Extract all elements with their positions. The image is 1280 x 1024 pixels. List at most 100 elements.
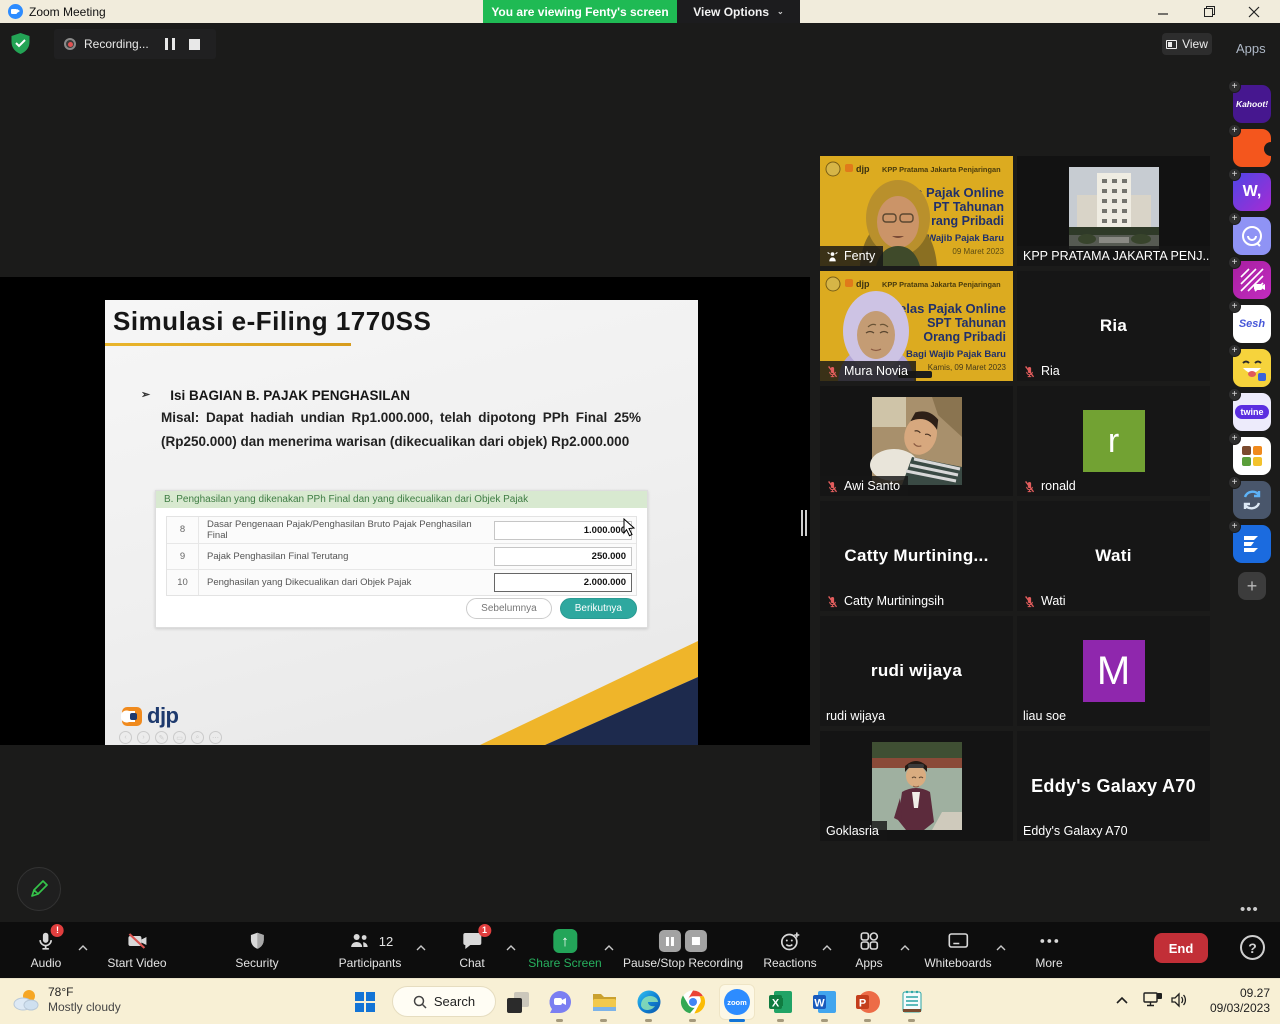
previous-button[interactable]: Sebelumnya (466, 598, 552, 619)
pause-recording-icon[interactable] (659, 930, 681, 952)
taskbar-chat-app[interactable] (546, 988, 574, 1016)
chrome-icon (680, 989, 706, 1015)
security-button[interactable]: Security (235, 929, 278, 970)
stop-recording-icon[interactable] (189, 39, 200, 50)
rail-more-options[interactable]: ••• (1240, 901, 1259, 918)
share-options-caret[interactable] (604, 938, 614, 956)
help-button[interactable]: ? (1240, 935, 1265, 960)
tray-chevron-up[interactable] (1115, 992, 1129, 1010)
chat-button[interactable]: 1 Chat (459, 929, 484, 970)
color-grid-icon (1240, 444, 1264, 468)
participant-name-label: Goklasria (820, 821, 887, 841)
participant-tile-eddy[interactable]: Eddy's Galaxy A70 Eddy's Galaxy A70 (1017, 731, 1210, 841)
participant-tile-catty[interactable]: Catty Murtining... Catty Murtiningsih (820, 501, 1013, 611)
add-more-apps-button[interactable]: + (1238, 572, 1266, 600)
participant-tile-mura[interactable]: djp KPP Pratama Jakarta Penjaringan Kela… (820, 271, 1013, 381)
stop-recording-icon[interactable] (685, 930, 707, 952)
participant-tile-liau[interactable]: M liau soe (1017, 616, 1210, 726)
form-input-9[interactable]: 250.000 (494, 547, 632, 566)
participant-name-label: Fenty (820, 246, 883, 266)
participants-button[interactable]: 12 Participants (339, 929, 402, 970)
taskbar-excel[interactable]: X (767, 988, 795, 1016)
volume-icon[interactable] (1170, 992, 1188, 1013)
rail-app-warmly[interactable]: + (1233, 217, 1271, 255)
participants-icon (347, 929, 373, 953)
view-options-button[interactable]: View Options⌄ (677, 0, 800, 23)
slide-title: Simulasi e-Filing 1770SS (113, 306, 431, 337)
network-icon[interactable] (1143, 992, 1163, 1013)
rail-app-e[interactable]: + (1233, 525, 1271, 563)
notepad-icon (900, 989, 924, 1015)
rail-app-wordwall[interactable]: + W, (1233, 173, 1271, 211)
rail-app-coda[interactable]: + (1233, 129, 1271, 167)
end-meeting-button[interactable]: End (1154, 933, 1208, 963)
participant-tile-fenty[interactable]: djp KPP Pratama Jakarta Penjaringan s Pa… (820, 156, 1013, 266)
svg-text:P: P (859, 998, 866, 1010)
clock[interactable]: 09.27 09/03/2023 (1210, 986, 1270, 1016)
participant-tile-wati[interactable]: Wati Wati (1017, 501, 1210, 611)
reactions-button[interactable]: Reactions (763, 929, 816, 970)
audio-button[interactable]: ! Audio (31, 929, 62, 970)
annotate-button[interactable] (17, 867, 61, 911)
pause-recording-icon[interactable] (165, 38, 175, 50)
taskbar-chrome[interactable] (679, 988, 707, 1016)
rail-app-grid[interactable]: + (1233, 437, 1271, 475)
add-app-icon: + (1228, 256, 1241, 269)
rail-app-sesh[interactable]: + Sesh (1233, 305, 1271, 343)
start-button[interactable] (355, 992, 375, 1012)
rail-app-funtivity[interactable]: + (1233, 349, 1271, 387)
task-view-button[interactable] (504, 988, 532, 1016)
restore-button[interactable] (1192, 0, 1226, 23)
gallery-view-button[interactable]: View (1162, 33, 1212, 55)
more-button[interactable]: More (1035, 929, 1062, 970)
reactions-options-caret[interactable] (822, 938, 832, 956)
shared-screen-region: Simulasi e-Filing 1770SS ➢Isi BAGIAN B. … (0, 277, 810, 745)
minimize-button[interactable] (1146, 0, 1180, 23)
participant-tile-ronald[interactable]: r ronald (1017, 386, 1210, 496)
apps-button[interactable]: Apps (855, 929, 882, 970)
rail-app-twine[interactable]: + twine (1233, 393, 1271, 431)
start-video-button[interactable]: Start Video (107, 929, 166, 970)
share-screen-button[interactable]: ↑ Share Screen (528, 929, 601, 970)
close-button[interactable] (1237, 0, 1271, 23)
apps-options-caret[interactable] (900, 938, 910, 956)
taskbar-file-explorer[interactable] (590, 988, 618, 1016)
search-box[interactable]: Search (392, 986, 496, 1017)
participant-tile-ria[interactable]: Ria Ria (1017, 271, 1210, 381)
whiteboards-options-caret[interactable] (996, 938, 1006, 956)
svg-text:PT Tahunan: PT Tahunan (933, 200, 1004, 214)
rail-app-sync[interactable]: + (1233, 481, 1271, 519)
more-dots-icon (1037, 929, 1061, 953)
participants-count: 12 (379, 934, 393, 949)
participant-tile-goklasria[interactable]: Goklasria (820, 731, 1013, 841)
rail-app-kahoot[interactable]: + Kahoot! (1233, 85, 1271, 123)
participant-tile-rudi[interactable]: rudi wijaya rudi wijaya (820, 616, 1013, 726)
taskbar-zoom[interactable]: zoom (723, 988, 751, 1016)
weather-widget[interactable]: 78°F Mostly cloudy (12, 985, 121, 1015)
taskbar-edge[interactable] (635, 988, 663, 1016)
whiteboards-button[interactable]: Whiteboards (924, 929, 991, 970)
svg-text:SPT Tahunan: SPT Tahunan (927, 316, 1006, 330)
rail-app-fathom[interactable]: + (1233, 261, 1271, 299)
participants-options-caret[interactable] (416, 938, 426, 956)
participant-tile-awi[interactable]: Awi Santo (820, 386, 1013, 496)
powerpoint-icon: P (855, 989, 881, 1015)
form-row-8: 8 Dasar Pengenaan Pajak/Penghasilan Brut… (167, 517, 636, 543)
arrow-bullet-icon: ➢ (141, 388, 150, 403)
pause-stop-recording-button[interactable]: Pause/Stop Recording (623, 929, 743, 970)
chat-app-icon (547, 989, 573, 1015)
form-input-10[interactable]: 2.000.000 (494, 573, 632, 592)
audio-options-caret[interactable] (78, 938, 88, 956)
next-button[interactable]: Berikutnya (560, 598, 637, 619)
chat-options-caret[interactable] (506, 938, 516, 956)
taskbar-word[interactable]: W (811, 988, 839, 1016)
taskbar-powerpoint[interactable]: P (854, 988, 882, 1016)
participant-tile-kpp[interactable]: KPP PRATAMA JAKARTA PENJ... (1017, 156, 1210, 266)
panel-splitter-handle[interactable] (801, 510, 809, 536)
form-table: 8 Dasar Pengenaan Pajak/Penghasilan Brut… (166, 516, 637, 596)
taskbar-notepad[interactable] (898, 988, 926, 1016)
minimize-icon (1157, 6, 1169, 18)
form-input-8[interactable]: 1.000.000 (494, 521, 632, 540)
partly-cloudy-icon (12, 987, 40, 1013)
slide-nav-controls[interactable]: ‹›✎▭⌕⋯ (119, 731, 222, 744)
